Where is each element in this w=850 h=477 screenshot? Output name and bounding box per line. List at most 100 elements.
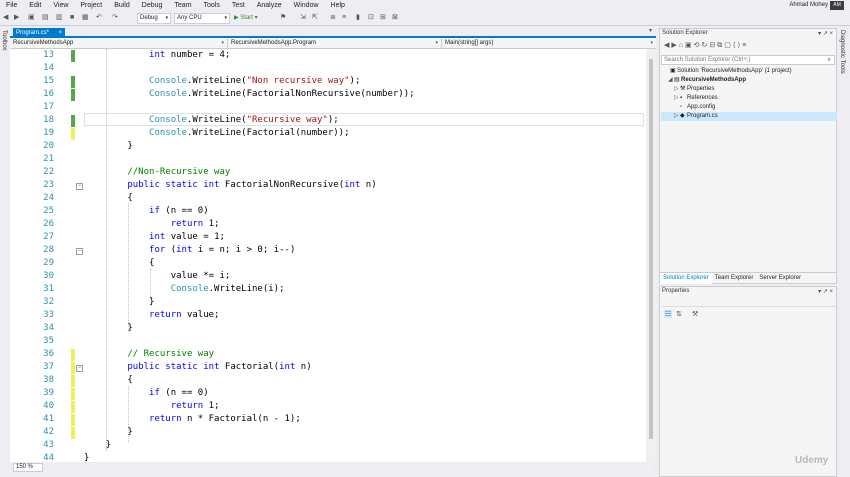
- forward-icon[interactable]: ▶: [14, 13, 19, 23]
- alphabetical-icon[interactable]: ⇅: [676, 310, 682, 318]
- code-line[interactable]: for (int i = n; i > 0; i--): [84, 245, 295, 255]
- code-line[interactable]: }: [84, 141, 132, 151]
- tree-item[interactable]: ▫ App.config: [674, 103, 715, 111]
- outdent-icon[interactable]: ≡: [342, 13, 346, 23]
- panel-controls[interactable]: ▾ ↗ ×: [818, 288, 833, 295]
- tab-server-explorer[interactable]: Server Explorer: [756, 273, 804, 284]
- menu-view[interactable]: View: [47, 0, 74, 11]
- line-number: 19: [43, 128, 54, 138]
- attach-icon[interactable]: ⚑: [280, 13, 286, 23]
- code-line[interactable]: if (n == 0): [84, 206, 209, 216]
- code-line[interactable]: value *= i;: [84, 271, 231, 281]
- solution-explorer-toolbar[interactable]: ◀▶⌂▣⟲↻⊟⧉▢⟨⟩≡: [660, 40, 836, 52]
- code-line[interactable]: {: [84, 258, 154, 268]
- clear-bookmarks-icon[interactable]: ⊠: [392, 13, 398, 23]
- menu-debug[interactable]: Debug: [136, 0, 169, 11]
- menu-team[interactable]: Team: [168, 0, 197, 11]
- menu-tools[interactable]: Tools: [198, 0, 226, 11]
- file-icon: ▪: [680, 95, 683, 101]
- bookmark-icon[interactable]: ▮: [356, 13, 360, 23]
- menu-project[interactable]: Project: [74, 0, 108, 11]
- code-line[interactable]: if (n == 0): [84, 388, 209, 398]
- code-line[interactable]: Console.WriteLine(FactorialNonRecursive(…: [84, 89, 415, 99]
- back-icon[interactable]: ◀: [3, 13, 8, 23]
- open-icon[interactable]: ▤: [42, 13, 49, 23]
- change-marker: [71, 128, 75, 140]
- save-all-icon[interactable]: ▦: [82, 13, 89, 23]
- save-icon[interactable]: ■: [70, 13, 74, 23]
- menu-edit[interactable]: Edit: [23, 0, 47, 11]
- collapse-icon[interactable]: −: [76, 183, 83, 190]
- platform-select[interactable]: Any CPU ▾: [174, 13, 230, 24]
- avatar[interactable]: AM: [830, 1, 844, 10]
- code-line[interactable]: }: [84, 297, 154, 307]
- code-line[interactable]: Console.WriteLine("Non recursive way");: [84, 76, 360, 86]
- code-line[interactable]: return n * Factorial(n - 1);: [84, 414, 301, 424]
- step-icon[interactable]: ⇲: [300, 13, 306, 23]
- start-button[interactable]: ▶ Start ▾: [234, 13, 258, 23]
- zoom-select[interactable]: 150 %: [13, 463, 43, 472]
- project-dropdown[interactable]: RecursiveMethodsApp ▾: [10, 39, 228, 48]
- property-pages-icon[interactable]: ⚒: [692, 310, 698, 318]
- toggle-icon[interactable]: ⇱: [312, 13, 318, 23]
- solution-search-input[interactable]: Search Solution Explorer (Ctrl+;) ⌕: [661, 55, 835, 65]
- tree-item[interactable]: ▷▪ References: [674, 94, 718, 102]
- config-select[interactable]: Debug ▾: [137, 13, 171, 24]
- collapse-icon[interactable]: −: [76, 248, 83, 255]
- code-line[interactable]: }: [84, 440, 111, 450]
- member-dropdown[interactable]: Main(string[] args) ▾: [442, 39, 656, 48]
- scroll-thumb[interactable]: [649, 59, 653, 439]
- new-project-icon[interactable]: ▣: [28, 13, 35, 23]
- code-line[interactable]: public static int Factorial(int n): [84, 362, 311, 372]
- indent-icon[interactable]: ≣: [330, 13, 336, 23]
- class-dropdown[interactable]: RecursiveMethodsApp.Program ▾: [228, 39, 442, 48]
- code-line[interactable]: }: [84, 453, 89, 462]
- code-line[interactable]: return 1;: [84, 401, 220, 411]
- collapse-icon[interactable]: −: [76, 365, 83, 372]
- toolbox-tab[interactable]: Toolbox: [1, 30, 7, 51]
- bookmark-prev-icon[interactable]: ⊡: [368, 13, 374, 23]
- menu-window[interactable]: Window: [288, 0, 325, 11]
- code-line[interactable]: // Recursive way: [84, 349, 214, 359]
- tree-item[interactable]: ▷◆ Program.cs: [674, 112, 718, 120]
- tab-program-cs[interactable]: Program.cs* ×: [13, 28, 65, 38]
- panel-controls[interactable]: ▾ ↗ ×: [818, 30, 833, 37]
- code-line[interactable]: Console.WriteLine(i);: [84, 284, 285, 294]
- tab-team-explorer[interactable]: Team Explorer: [712, 273, 757, 284]
- code-line[interactable]: return value;: [84, 310, 219, 320]
- categorized-icon[interactable]: ☷: [664, 310, 673, 318]
- code-line[interactable]: Console.WriteLine(Factorial(number));: [84, 128, 350, 138]
- menu-file[interactable]: File: [0, 0, 23, 11]
- tree-item[interactable]: ▷⚒ Properties: [674, 85, 714, 93]
- code-line[interactable]: }: [84, 427, 132, 437]
- tab-solution-explorer[interactable]: Solution Explorer: [660, 273, 712, 284]
- user-name[interactable]: Ahmad Mohey: [789, 2, 828, 8]
- code-editor[interactable]: 13 int number = 4; 14 15 Console.WriteLine…: [10, 49, 656, 462]
- properties-object-select[interactable]: [662, 299, 836, 307]
- open-folder-icon[interactable]: ▥: [56, 13, 63, 23]
- undo-icon[interactable]: ↶: [96, 13, 102, 23]
- tree-item[interactable]: ◢▤RecursiveMethodsApp: [668, 76, 746, 84]
- code-line[interactable]: {: [84, 193, 132, 203]
- code-line[interactable]: }: [84, 323, 132, 333]
- redo-icon[interactable]: ↷: [112, 13, 118, 23]
- code-line[interactable]: int number = 4;: [84, 50, 230, 60]
- diagnostic-tools-tab[interactable]: Diagnostic Tools: [839, 30, 845, 74]
- close-icon[interactable]: ×: [58, 28, 62, 38]
- tree-item[interactable]: ▣Solution 'RecursiveMethodsApp' (1 proje…: [664, 67, 792, 75]
- line-number: 28: [43, 245, 54, 255]
- code-line[interactable]: //Non-Recursive way: [84, 167, 230, 177]
- code-line[interactable]: int value = 1;: [84, 232, 225, 242]
- menu-help[interactable]: Help: [325, 0, 351, 11]
- code-line[interactable]: return 1;: [84, 219, 220, 229]
- menu-analyze[interactable]: Analyze: [251, 0, 288, 11]
- bookmark-next-icon[interactable]: ⊞: [380, 13, 386, 23]
- menu-test[interactable]: Test: [226, 0, 251, 11]
- tab-list-dropdown-icon[interactable]: ▾: [649, 27, 652, 34]
- code-line[interactable]: public static int FactorialNonRecursive(…: [84, 180, 376, 190]
- change-marker: [71, 349, 75, 361]
- code-line[interactable]: Console.WriteLine("Recursive way");: [84, 115, 339, 125]
- horizontal-scrollbar[interactable]: [46, 465, 652, 471]
- code-line[interactable]: {: [84, 375, 132, 385]
- menu-build[interactable]: Build: [108, 0, 136, 11]
